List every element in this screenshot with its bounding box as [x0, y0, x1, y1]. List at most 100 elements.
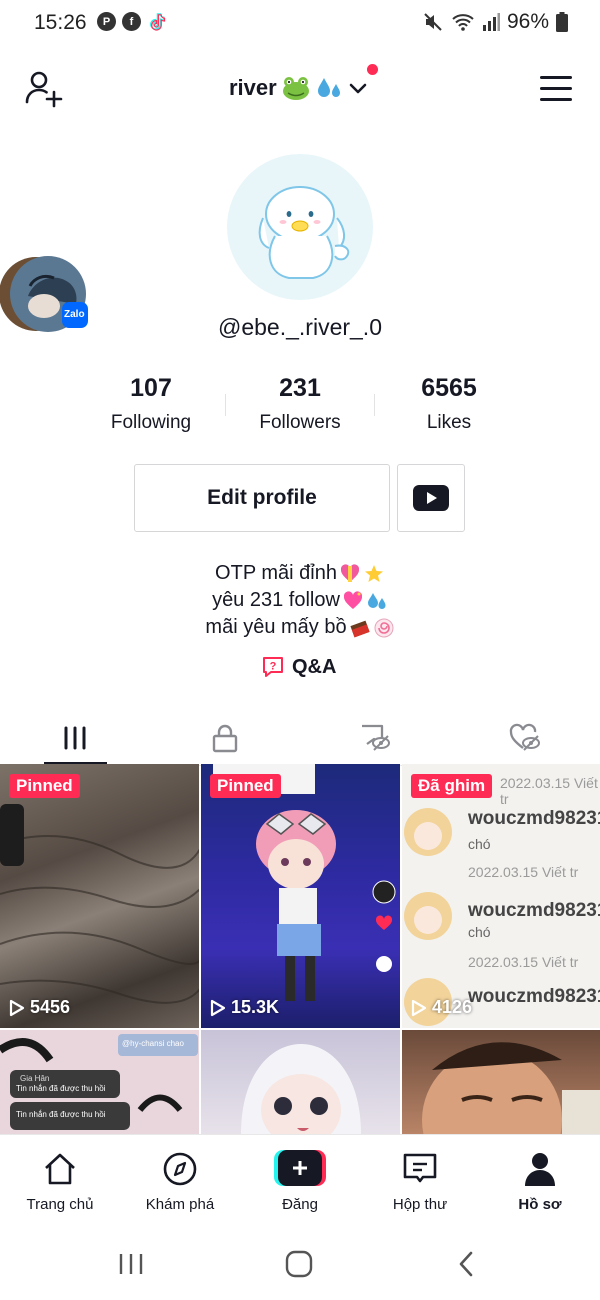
recent-apps-icon[interactable] — [118, 1252, 144, 1276]
bio-text: yêu 231 follow — [212, 589, 340, 611]
sweat-droplets-emoji — [367, 592, 386, 609]
chat-username: wouczmd98231 — [468, 900, 600, 921]
chat-date: 2022.03.15 Viết tr — [500, 775, 598, 807]
tab-liked[interactable] — [450, 710, 600, 766]
chat-username: wouczmd98231 — [468, 986, 600, 1007]
compass-icon — [163, 1152, 197, 1186]
tab-private[interactable] — [150, 710, 300, 766]
video-thumbnail[interactable] — [201, 1030, 400, 1134]
qa-link[interactable]: ? Q&A — [262, 654, 336, 680]
profile-tabs — [0, 710, 600, 766]
battery-percent: 96% — [506, 10, 549, 33]
profile-avatar[interactable] — [227, 154, 373, 300]
stat-label: Likes — [426, 412, 472, 433]
back-icon[interactable] — [456, 1250, 476, 1278]
nav-profile[interactable]: Hồ sơ — [480, 1151, 600, 1213]
home-icon — [45, 1153, 75, 1185]
nav-label: Hồ sơ — [518, 1196, 562, 1213]
notification-dot — [367, 64, 378, 75]
profile-icon — [525, 1153, 555, 1186]
pinned-badge: Pinned — [210, 774, 281, 798]
video-thumbnail[interactable]: Gia Hân Tin nhắn đã được thu hồi Tin nhắ… — [0, 1030, 199, 1134]
gacha-character-art — [213, 764, 396, 1001]
hidden-heart-icon — [509, 723, 540, 751]
account-name: river — [229, 75, 277, 100]
video-thumbnail[interactable]: 2022.03.15 Viết tr wouczmd98231 chó 2022… — [402, 764, 600, 1028]
account-switcher[interactable]: river — [229, 68, 369, 108]
lock-icon — [212, 724, 238, 753]
view-count: 5456 — [9, 997, 70, 1018]
nav-discover[interactable]: Khám phá — [120, 1151, 240, 1213]
nav-inbox[interactable]: Hộp thư — [360, 1151, 480, 1213]
chat-message: Tin nhắn đã được thu hồi — [16, 1084, 106, 1093]
anime-character-art — [241, 1044, 361, 1134]
bio-text: OTP mãi đỉnh — [215, 562, 337, 584]
bio-line: OTP mãi đỉnh — [0, 560, 600, 587]
sweat-droplets-emoji — [317, 78, 340, 97]
view-count: 4126 — [411, 997, 472, 1018]
add-user-icon[interactable] — [24, 68, 64, 108]
stat-value: 107 — [130, 374, 172, 402]
youtube-icon — [413, 485, 449, 511]
hidden-tag-icon — [362, 724, 390, 751]
profile-username: @ebe._.river_.0 — [218, 314, 382, 340]
svg-text:?: ? — [270, 661, 277, 673]
view-count-value: 5456 — [30, 997, 71, 1017]
tab-saved[interactable] — [300, 710, 450, 766]
pinterest-icon: P — [97, 12, 116, 31]
frog-emoji — [282, 77, 309, 100]
bio-text: mãi yêu mấy bồ — [205, 616, 347, 638]
play-icon — [411, 999, 427, 1016]
video-grid: Pinned 5456 Pinned 15.3K 2022.03.15 Viết… — [0, 764, 600, 1134]
play-icon — [9, 999, 25, 1016]
qa-icon: ? — [263, 657, 283, 677]
tab-videos[interactable] — [0, 710, 150, 766]
pinned-badge: Đã ghim — [411, 774, 493, 798]
chat-message: @hy-chansi chao — [122, 1039, 184, 1048]
chevron-down-icon — [349, 83, 367, 94]
nav-home[interactable]: Trang chủ — [0, 1151, 120, 1213]
video-thumbnail[interactable]: Pinned 15.3K — [201, 764, 400, 1028]
nav-label: Khám phá — [145, 1196, 215, 1213]
qa-label: Q&A — [292, 655, 337, 678]
chat-username: wouczmd98231 — [468, 808, 600, 829]
stat-label: Followers — [259, 412, 341, 433]
fish-cake-emoji — [374, 618, 394, 637]
grid-icon — [64, 726, 86, 750]
stat-value: 6565 — [421, 374, 477, 402]
menu-icon[interactable] — [540, 76, 572, 102]
nav-label: Hộp thư — [392, 1196, 448, 1213]
view-count: 15.3K — [210, 997, 279, 1018]
stat-followers[interactable]: 231 Followers — [225, 374, 375, 434]
facebook-icon: f — [122, 12, 141, 31]
plus-icon[interactable] — [274, 1150, 326, 1186]
stat-likes[interactable]: 6565 Likes — [374, 374, 524, 434]
person-face-photo — [422, 1042, 600, 1134]
profile-header: river — [0, 58, 600, 118]
bio-line: mãi yêu mấy bồ — [0, 614, 600, 641]
chat-message: chó — [468, 924, 491, 940]
mute-icon — [424, 13, 442, 31]
signal-icon — [482, 13, 500, 31]
edit-profile-button[interactable]: Edit profile — [134, 464, 390, 532]
nav-label: Trang chủ — [26, 1196, 94, 1213]
youtube-link-button[interactable] — [397, 464, 465, 532]
video-thumbnail[interactable] — [402, 1030, 600, 1134]
bio-line: yêu 231 follow — [0, 587, 600, 614]
nav-label: Đăng — [282, 1196, 318, 1213]
stat-value: 231 — [279, 374, 321, 402]
chat-message: chó — [468, 836, 491, 852]
wood-texture — [0, 804, 199, 1004]
view-count-value: 4126 — [432, 997, 473, 1017]
pinned-badge: Pinned — [9, 774, 80, 798]
stat-label: Following — [110, 412, 192, 433]
stat-following[interactable]: 107 Following — [76, 374, 226, 434]
cinnamoroll-illustration — [258, 186, 350, 279]
chat-date: 2022.03.15 Viết tr — [468, 954, 579, 970]
play-icon — [210, 999, 226, 1016]
video-thumbnail[interactable]: Pinned 5456 — [0, 764, 199, 1028]
home-button-icon[interactable] — [285, 1250, 313, 1278]
chat-message: Tin nhắn đã được thu hồi — [16, 1110, 106, 1119]
profile-stats: 107 Following 231 Followers 6565 Likes — [0, 374, 600, 444]
status-app-icons: P f — [97, 12, 166, 36]
